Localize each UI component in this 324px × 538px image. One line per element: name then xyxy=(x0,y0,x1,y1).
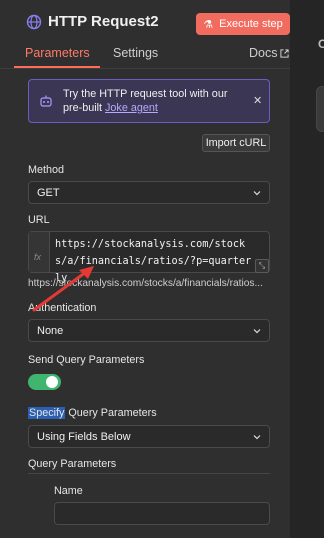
canvas-background: O xyxy=(290,0,324,538)
canvas-label: O xyxy=(318,37,324,51)
canvas-node-card[interactable] xyxy=(316,86,324,132)
node-panel: HTTP Request2 ⚗ Execute step Parameters … xyxy=(0,0,290,538)
annotation-arrow xyxy=(32,266,94,312)
